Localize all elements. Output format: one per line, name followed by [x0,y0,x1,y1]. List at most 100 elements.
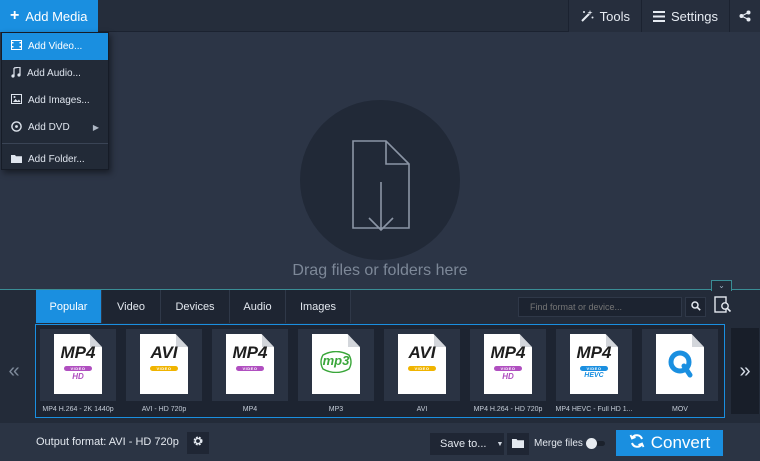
format-bar: VIDEO [494,366,522,371]
format-thumbnail [642,329,718,401]
plus-icon: + [10,7,20,24]
format-card-avi-hd[interactable]: AVI VIDEO AVI - HD 720p [126,329,202,415]
submenu-arrow-icon: ▶ [92,123,99,132]
format-sub-text: HEVC [584,372,604,379]
convert-label: Convert [650,433,711,452]
format-big-text: MP4 [490,343,526,362]
drop-hint-text: Drag files or folders here [292,262,468,279]
drop-circle [300,100,460,260]
image-icon [11,94,22,107]
merge-files-toggle[interactable] [586,438,606,449]
folder-icon [512,435,524,453]
disc-icon [11,120,22,135]
format-card-mov[interactable]: MOV [642,329,718,415]
menu-item-add-images[interactable]: Add Images... [2,87,108,114]
tools-button[interactable]: Tools [567,0,642,32]
menu-item-label: Add Folder... [28,154,85,165]
format-card-mp4-hd[interactable]: MP4 VIDEO HD MP4 H.264 - HD 720p [470,329,546,415]
menu-item-label: Add Images... [28,95,90,106]
menu-item-label: Add DVD [28,122,70,133]
format-label: MP4 H.264 - 2K 1440p [42,406,114,413]
tab-video[interactable]: Video [102,290,161,323]
format-big-text: AVI [408,343,436,362]
menu-item-label: Add Audio... [27,68,81,79]
format-search-input[interactable] [518,297,682,317]
format-card-mp4[interactable]: MP4 VIDEO MP4 [212,329,288,415]
save-to-label: Save to... [440,438,487,450]
format-label: AVI - HD 720p [141,406,187,413]
format-card-mp4-hevc[interactable]: MP4 VIDEO HEVC MP4 HEVC - Full HD 1... [555,329,633,415]
format-bar: VIDEO [580,366,608,371]
file-fold [691,334,704,347]
format-card-mp4-2k[interactable]: MP4 VIDEO HD MP4 H.264 - 2K 1440p [40,329,116,415]
menu-item-add-dvd[interactable]: Add DVD ▶ [2,114,108,141]
convert-refresh-icon [629,433,645,454]
menu-item-label: Add Video... [28,41,83,52]
chevron-right-icon: » [739,359,751,382]
toggle-knob [586,438,597,449]
tools-label: Tools [599,8,631,24]
output-settings-button[interactable] [187,432,209,454]
format-label: MOV [672,406,688,413]
add-media-button[interactable]: + Add Media [0,0,98,32]
format-thumbnail: MP4 VIDEO [212,329,288,401]
file-download-icon [350,138,412,237]
menu-separator [2,143,108,144]
quicktime-icon [668,350,693,378]
menu-item-add-folder[interactable]: Add Folder... [2,146,108,173]
music-note-icon [11,65,21,81]
chevron-double-down-icon: ⌄ [718,281,725,290]
format-big-text: AVI [150,343,178,362]
menu-item-add-video[interactable]: Add Video... [2,33,108,60]
format-sub-text: HD [72,372,84,381]
format-tabs: Popular Video Devices Audio Images [36,290,351,323]
search-button[interactable] [685,297,706,317]
file-fold [347,334,360,347]
scroll-left-button[interactable]: « [0,328,28,414]
search-icon [690,298,701,316]
format-label: MP4 H.264 - HD 720p [473,406,543,413]
hamburger-icon [653,10,666,22]
save-to-dropdown[interactable]: Save to... ▼ [430,433,504,455]
magic-wand-icon [580,9,594,23]
format-big-text: MP4 [60,343,96,362]
output-format-label: Output format: AVI - HD 720p [36,436,179,448]
share-button[interactable] [729,0,760,32]
format-card-mp3[interactable]: mp3 MP3 [298,329,374,415]
tab-popular[interactable]: Popular [36,290,102,323]
collapse-panel-button[interactable]: ⌄ [711,280,732,291]
format-label: AVI [416,406,428,413]
settings-label: Settings [671,8,718,24]
device-search-icon [714,295,732,319]
settings-button[interactable]: Settings [641,0,729,32]
format-bar: VIDEO [150,366,178,371]
tab-audio[interactable]: Audio [230,290,286,323]
folder-icon [11,154,22,166]
format-label: MP4 [242,406,258,413]
format-thumbnail: AVI VIDEO [384,329,460,401]
gear-icon [192,434,204,452]
format-label: MP4 HEVC - Full HD 1... [555,406,633,413]
format-big-text: MP4 [232,343,268,362]
format-strip: MP4 VIDEO HD MP4 H.264 - 2K 1440p AVI VI… [35,324,725,418]
tab-devices[interactable]: Devices [161,290,230,323]
tab-images[interactable]: Images [286,290,351,323]
convert-button[interactable]: Convert [616,430,723,456]
add-media-menu: Add Video... Add Audio... Add Images... … [1,32,109,170]
format-thumbnail: mp3 [298,329,374,401]
format-bar: VIDEO [64,366,92,371]
format-bar: VIDEO [408,366,436,371]
scroll-right-button[interactable]: » [731,328,759,414]
format-big-text: mp3 [322,353,350,368]
menu-item-add-audio[interactable]: Add Audio... [2,60,108,87]
toolbar-right: Tools Settings [567,0,760,32]
bottom-bar: Output format: AVI - HD 720p Save to... … [0,423,760,461]
app-window: + Add Media Tools Settings Drag files or… [0,0,760,461]
drop-area[interactable]: Drag files or folders here [0,33,760,288]
open-folder-button[interactable] [507,433,529,455]
detect-device-button[interactable] [711,295,735,319]
merge-files-label: Merge files [534,438,583,449]
format-card-avi[interactable]: AVI VIDEO AVI [384,329,460,415]
top-toolbar: + Add Media Tools Settings [0,0,760,32]
share-icon [739,10,751,22]
